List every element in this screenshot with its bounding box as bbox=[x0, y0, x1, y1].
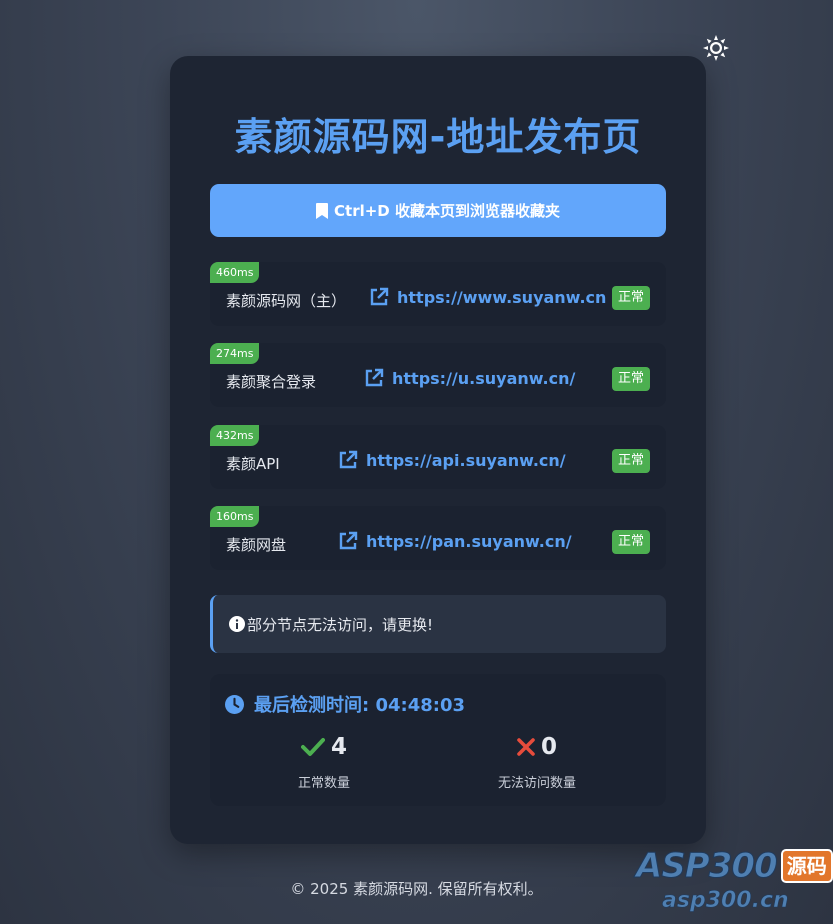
latency-badge: 160ms bbox=[210, 506, 260, 527]
site-name: 素颜API bbox=[226, 455, 280, 473]
status-badge: 正常 bbox=[611, 530, 650, 554]
link-row-pan: 160ms 素颜网盘 https://pan.suyanw.cn/ 正常 bbox=[210, 506, 666, 570]
site-name: 素颜源码网（主） bbox=[226, 292, 347, 310]
page-title: 素颜源码网-地址发布页 bbox=[234, 115, 642, 159]
notice-text: 部分节点无法访问，请更换! bbox=[247, 615, 434, 634]
link-row-api: 432ms 素颜API https://api.suyanw.cn/ 正常 bbox=[210, 425, 666, 489]
normal-count: 4 bbox=[330, 734, 347, 760]
latency-badge: 432ms bbox=[210, 425, 260, 446]
notice-box: 部分节点无法访问，请更换! bbox=[210, 595, 666, 653]
latency-badge: 274ms bbox=[210, 343, 260, 364]
stats-panel: 最后检测时间: 04:48:03 4 正常数量 0 无法访问数量 bbox=[210, 674, 666, 806]
status-badge: 正常 bbox=[611, 367, 650, 391]
watermark-tag: 源码 bbox=[780, 849, 833, 883]
status-badge: 正常 bbox=[611, 286, 650, 310]
site-url: https://u.suyanw.cn/ bbox=[392, 368, 576, 388]
theme-toggle-button[interactable] bbox=[701, 33, 731, 63]
link-row-login: 274ms 素颜聚合登录 https://u.suyanw.cn/ 正常 bbox=[210, 343, 666, 407]
normal-stat: 4 正常数量 bbox=[224, 732, 424, 791]
site-link[interactable]: https://api.suyanw.cn/ bbox=[338, 450, 566, 470]
site-name: 素颜聚合登录 bbox=[226, 373, 317, 391]
site-url: https://api.suyanw.cn/ bbox=[366, 450, 566, 470]
fail-label: 无法访问数量 bbox=[497, 776, 576, 791]
fail-count: 0 bbox=[540, 734, 557, 760]
sun-icon bbox=[703, 35, 729, 61]
info-icon bbox=[229, 616, 245, 632]
external-link-icon bbox=[339, 531, 358, 550]
check-time-text: 最后检测时间: 04:48:03 bbox=[254, 695, 466, 716]
last-check-time: 最后检测时间: 04:48:03 bbox=[225, 691, 465, 717]
check-icon bbox=[300, 738, 325, 756]
normal-label: 正常数量 bbox=[297, 776, 350, 791]
main-card: 素颜源码网-地址发布页 Ctrl+D 收藏本页到浏览器收藏夹 460ms 素颜源… bbox=[170, 56, 706, 844]
site-link[interactable]: https://pan.suyanw.cn/ bbox=[338, 531, 572, 551]
status-badge: 正常 bbox=[611, 449, 650, 473]
latency-badge: 460ms bbox=[210, 262, 260, 283]
external-link-icon bbox=[370, 287, 389, 306]
watermark-logo: ASP300 源码 asp300.cn bbox=[636, 846, 833, 916]
site-name: 素颜网盘 bbox=[226, 536, 287, 554]
site-url: https://pan.suyanw.cn/ bbox=[366, 531, 572, 551]
external-link-icon bbox=[339, 450, 358, 469]
external-link-icon bbox=[365, 368, 384, 387]
watermark-url: asp300.cn bbox=[662, 888, 789, 914]
bookmark-icon bbox=[316, 202, 329, 219]
cross-icon bbox=[517, 738, 535, 756]
fail-stat: 0 无法访问数量 bbox=[437, 732, 637, 791]
site-link[interactable]: https://u.suyanw.cn/ bbox=[364, 368, 575, 388]
site-url: https://www.suyanw.cn bbox=[397, 287, 607, 307]
bookmark-label: Ctrl+D 收藏本页到浏览器收藏夹 bbox=[334, 202, 560, 220]
link-row-main: 460ms 素颜源码网（主） https://www.suyanw.cn 正常 bbox=[210, 262, 666, 326]
watermark-brand: ASP300 bbox=[636, 846, 779, 887]
site-link[interactable]: https://www.suyanw.cn bbox=[369, 287, 606, 307]
bookmark-button[interactable]: Ctrl+D 收藏本页到浏览器收藏夹 bbox=[210, 184, 666, 237]
clock-icon bbox=[225, 694, 244, 714]
